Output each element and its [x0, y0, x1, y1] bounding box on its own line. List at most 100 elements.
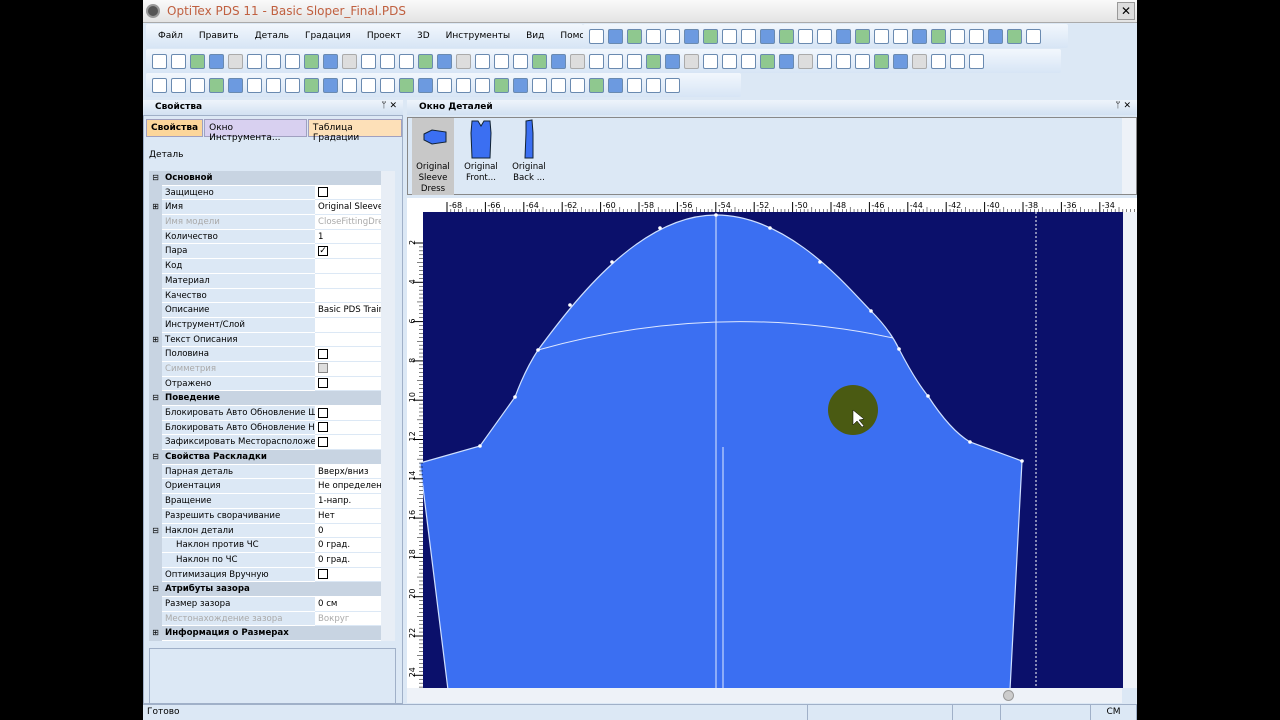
property-category[interactable]: ⊟ Поведение	[149, 391, 381, 406]
toolbar-button-icon[interactable]	[285, 53, 300, 69]
toolbar-button-icon[interactable]	[418, 77, 433, 93]
property-row[interactable]: ⊞ Текст Описания	[149, 332, 381, 348]
property-scrollbar[interactable]	[381, 171, 395, 641]
property-row[interactable]: Качество	[149, 288, 381, 304]
scroll-thumb[interactable]	[1003, 690, 1014, 701]
property-row[interactable]: Зафиксировать Месторасположен	[149, 435, 381, 451]
toolbar-button-icon[interactable]	[304, 77, 319, 93]
toolbar-button-icon[interactable]	[855, 53, 870, 69]
toolbar-button-icon[interactable]	[190, 53, 205, 69]
property-row[interactable]: Материал	[149, 273, 381, 289]
expand-icon[interactable]	[149, 185, 162, 201]
property-row[interactable]: Разрешить сворачивание Нет	[149, 508, 381, 524]
property-value[interactable]: Не определен	[318, 481, 381, 491]
property-row[interactable]: Блокировать Авто Обновление На	[149, 420, 381, 436]
expand-icon[interactable]: ⊞	[149, 626, 162, 641]
menu-item[interactable]: Деталь	[249, 31, 295, 41]
checkbox[interactable]	[318, 422, 328, 433]
toolbar-button-icon[interactable]	[627, 28, 642, 44]
toolbar-button-icon[interactable]	[152, 77, 167, 93]
toolbar-button-icon[interactable]	[228, 77, 243, 93]
toolbar-button-icon[interactable]	[665, 77, 680, 93]
toolbar-button-icon[interactable]	[361, 53, 376, 69]
property-row[interactable]: Имя модели CloseFittingDre	[149, 215, 381, 230]
toolbar-button-icon[interactable]	[190, 77, 205, 93]
property-row[interactable]: Симметрия	[149, 361, 381, 377]
toolbar-button-icon[interactable]	[209, 53, 224, 69]
toolbar-button-icon[interactable]	[589, 53, 604, 69]
expand-icon[interactable]	[149, 303, 162, 318]
toolbar-button-icon[interactable]	[912, 28, 927, 44]
property-category[interactable]: ⊞ Информация о Размерах	[149, 626, 381, 641]
menu-item[interactable]: Градация	[299, 31, 357, 41]
property-value[interactable]: 1	[318, 232, 323, 242]
toolbar-button-icon[interactable]	[893, 53, 908, 69]
toolbar-button-icon[interactable]	[760, 28, 775, 44]
toolbar-button-icon[interactable]	[988, 28, 1003, 44]
menu-item[interactable]: Править	[193, 31, 245, 41]
expand-icon[interactable]	[149, 552, 162, 568]
expand-icon[interactable]	[149, 244, 162, 260]
toolbar-button-icon[interactable]	[513, 77, 528, 93]
toolbar-button-icon[interactable]	[950, 53, 965, 69]
toolbar-button-icon[interactable]	[722, 53, 737, 69]
property-category[interactable]: ⊟ Атрибуты зазора	[149, 582, 381, 597]
toolbar-button-icon[interactable]	[570, 77, 585, 93]
menu-item[interactable]: Файл	[152, 31, 189, 41]
toolbar-button-icon[interactable]	[741, 53, 756, 69]
property-category[interactable]: ⊟ Свойства Раскладки	[149, 450, 381, 465]
property-row[interactable]: Описание Basic PDS Trair	[149, 303, 381, 318]
drawing-area[interactable]: -68 -66 -64 -62 -60 -58 -56 -54 -52 -50 -48 -46 -44 -…	[407, 198, 1137, 688]
property-row[interactable]: Блокировать Авто Обновление Шв	[149, 406, 381, 421]
toolbar-button-icon[interactable]	[551, 77, 566, 93]
expand-icon[interactable]	[149, 567, 162, 583]
toolbar-button-icon[interactable]	[152, 53, 167, 69]
toolbar-button-icon[interactable]	[323, 53, 338, 69]
checkbox[interactable]	[318, 569, 328, 580]
expand-icon[interactable]: ⊟	[149, 450, 162, 465]
property-row[interactable]: Парная деталь Вверх/вниз	[149, 464, 381, 480]
thumb-sleeve[interactable]: Original Sleeve Dress	[412, 118, 454, 195]
toolbar-button-icon[interactable]	[228, 53, 243, 69]
toolbar-button-icon[interactable]	[665, 53, 680, 69]
toolbar-button-icon[interactable]	[304, 53, 319, 69]
toolbar-button-icon[interactable]	[836, 53, 851, 69]
thumb-front[interactable]: Original Front...	[460, 118, 502, 184]
toolbar-button-icon[interactable]	[646, 53, 661, 69]
toolbar-button-icon[interactable]	[589, 28, 604, 44]
toolbar-button-icon[interactable]	[741, 28, 756, 44]
property-row[interactable]: Инструмент/Слой	[149, 317, 381, 333]
toolbar-button-icon[interactable]	[247, 77, 262, 93]
thumb-back[interactable]: Original Back ...	[508, 118, 550, 184]
property-value[interactable]: 1-напр.	[318, 496, 351, 506]
expand-icon[interactable]: ⊞	[149, 332, 162, 348]
horizontal-scrollbar[interactable]	[407, 688, 1122, 703]
property-value[interactable]: Вокруг	[318, 614, 349, 624]
property-row[interactable]: Пара ✓	[149, 244, 381, 260]
property-value[interactable]: CloseFittingDre	[318, 217, 381, 227]
property-row[interactable]: ⊟ Наклон детали 0	[149, 523, 381, 539]
expand-icon[interactable]: ⊟	[149, 171, 162, 186]
expand-icon[interactable]	[149, 435, 162, 451]
toolbar-button-icon[interactable]	[475, 53, 490, 69]
checkbox[interactable]	[318, 187, 328, 198]
property-row[interactable]: Защищено	[149, 185, 381, 201]
property-row[interactable]: Наклон по ЧС 0 град.	[149, 552, 381, 568]
menu-item[interactable]: Инструменты	[440, 31, 516, 41]
toolbar-button-icon[interactable]	[247, 53, 262, 69]
expand-icon[interactable]	[149, 288, 162, 304]
expand-icon[interactable]	[149, 611, 162, 627]
toolbar-button-icon[interactable]	[494, 77, 509, 93]
toolbar-button-icon[interactable]	[437, 53, 452, 69]
toolbar-button-icon[interactable]	[703, 53, 718, 69]
property-value[interactable]: 0 град.	[318, 540, 350, 550]
menu-item[interactable]: Вид	[520, 31, 550, 41]
toolbar-button-icon[interactable]	[779, 28, 794, 44]
property-value[interactable]: 0 см	[318, 599, 337, 609]
toolbar-button-icon[interactable]	[874, 53, 889, 69]
expand-icon[interactable]: ⊟	[149, 391, 162, 406]
toolbar-button-icon[interactable]	[608, 53, 623, 69]
expand-icon[interactable]	[149, 538, 162, 553]
toolbar-button-icon[interactable]	[589, 77, 604, 93]
expand-icon[interactable]	[149, 215, 162, 230]
